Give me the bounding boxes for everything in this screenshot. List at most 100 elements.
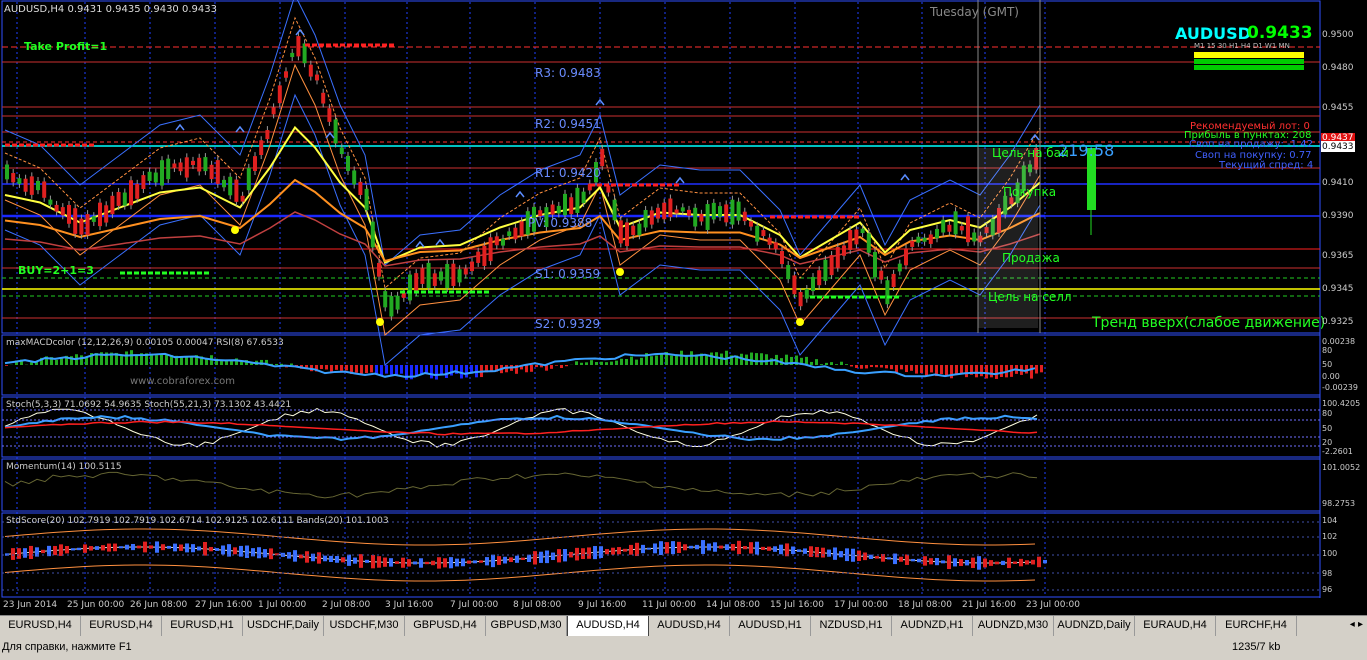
macd-axis-label: 0.00 (1322, 372, 1340, 381)
macd-bar (80, 355, 83, 365)
stdscore-bar (1007, 557, 1011, 569)
stdscore-bar (455, 558, 459, 567)
candle (916, 236, 921, 243)
stdscore-bar (605, 549, 609, 555)
candle (600, 148, 605, 167)
chart-tab[interactable]: AUDUSD,H4 (567, 616, 649, 637)
candle (339, 147, 344, 155)
candle (749, 221, 753, 227)
macd-bar (975, 365, 978, 378)
ticker: AUDUSD (1175, 24, 1251, 43)
stdscore-bar (83, 544, 87, 553)
macd-bar (885, 365, 888, 369)
candle (550, 204, 555, 215)
candle (792, 275, 797, 295)
chart-tab[interactable]: NZDUSD,H1 (811, 616, 892, 636)
macd-bar (905, 365, 908, 373)
stdscore-bar (335, 555, 339, 563)
candle (98, 202, 102, 227)
signal-dot (231, 226, 239, 234)
chart-tab[interactable]: AUDNZD,M30 (973, 616, 1054, 636)
chart-tab[interactable]: EURUSD,H1 (162, 616, 243, 636)
macd-bar (555, 365, 558, 366)
buy-signal-label: BUY=2+1=3 (18, 264, 94, 277)
candle (73, 208, 78, 234)
time-axis-label: 18 Jul 08:00 (898, 600, 952, 610)
stdscore-bar (521, 557, 525, 560)
macd-bar (880, 365, 883, 368)
macd-bar (370, 365, 373, 373)
stdscore-bar (689, 545, 693, 549)
candle (879, 270, 884, 280)
candle (835, 247, 840, 268)
info-spread: Текущий спред: 4 (1219, 160, 1314, 171)
candle (463, 268, 468, 275)
pivot-r2: R2: 0.9451 (535, 117, 601, 131)
stdscore-bar (929, 558, 933, 565)
chart-tab[interactable]: EURCHF,H4 (1216, 616, 1297, 636)
chart-tab[interactable]: EURUSD,H4 (81, 616, 162, 636)
candle (730, 199, 735, 225)
candle (780, 250, 784, 265)
macd-bar (660, 353, 663, 365)
candle (222, 179, 226, 188)
time-axis-label: 7 Jul 00:00 (450, 600, 499, 610)
chart-tab[interactable]: EURAUD,H4 (1135, 616, 1216, 636)
chart-tab[interactable]: GBPUSD,H4 (405, 616, 486, 636)
chart-tab[interactable]: AUDNZD,Daily (1054, 616, 1135, 636)
macd-axis-label: -0.00239 (1322, 383, 1358, 392)
macd-bar (400, 365, 403, 374)
macd-bar (575, 361, 578, 365)
stdscore-bar (911, 558, 915, 562)
tab-scroll-icon[interactable]: ◂ ▸ (1297, 616, 1367, 636)
candle (408, 274, 412, 301)
chart-tab[interactable]: USDCHF,Daily (243, 616, 324, 636)
chart-tab[interactable]: USDCHF,M30 (324, 616, 405, 636)
candle (699, 213, 704, 222)
candle (327, 108, 332, 122)
stdscore-bar (821, 547, 825, 558)
stoch-axis-label: -2.2601 (1322, 447, 1353, 456)
stdscore-bar (863, 552, 867, 561)
chart-tab[interactable]: AUDNZD,H1 (892, 616, 973, 636)
stdscore-bar (617, 547, 621, 555)
candle (897, 263, 902, 272)
candle (959, 226, 964, 231)
pivot-r1: R1: 0.9420 (535, 166, 601, 180)
stdscore-bar (95, 546, 99, 550)
stoch-axis-label: 50 (1322, 424, 1333, 433)
candle (866, 233, 871, 253)
stdscore-bar (161, 544, 165, 551)
macd-bar (625, 359, 628, 365)
stdscore-bar (407, 559, 411, 567)
macd-bar (670, 355, 673, 365)
macd-bar (900, 365, 903, 370)
time-axis-label: 15 Jul 16:00 (770, 600, 824, 610)
candle (346, 155, 350, 171)
price-axis-label: 0.9410 (1322, 178, 1354, 188)
stdscore-bar (773, 546, 777, 552)
stdscore-bar (1013, 561, 1017, 564)
candle (129, 180, 133, 206)
pivot-s1: S1: 0.9359 (535, 267, 601, 281)
candle (172, 163, 177, 169)
chart-tab[interactable]: AUDUSD,H1 (730, 616, 811, 636)
macd-bar (340, 365, 343, 371)
stdscore-bar (479, 560, 483, 563)
stdscore-bar (629, 544, 633, 555)
macd-bar (630, 356, 633, 365)
candle (904, 248, 908, 266)
stdscore-bar (179, 544, 183, 551)
candle (798, 291, 803, 307)
chart-tab[interactable]: EURUSD,H4 (0, 616, 81, 636)
candle (122, 192, 127, 206)
stdscore-bar (233, 547, 237, 555)
chart-tab[interactable]: GBPUSD,M30 (486, 616, 567, 636)
candle (414, 273, 419, 293)
candle (563, 193, 567, 216)
stdscore-bar (515, 555, 519, 563)
candle (395, 295, 400, 310)
candle (228, 176, 233, 196)
time-axis-label: 23 Jul 00:00 (1026, 600, 1080, 610)
chart-tab[interactable]: AUDUSD,H4 (649, 616, 730, 636)
